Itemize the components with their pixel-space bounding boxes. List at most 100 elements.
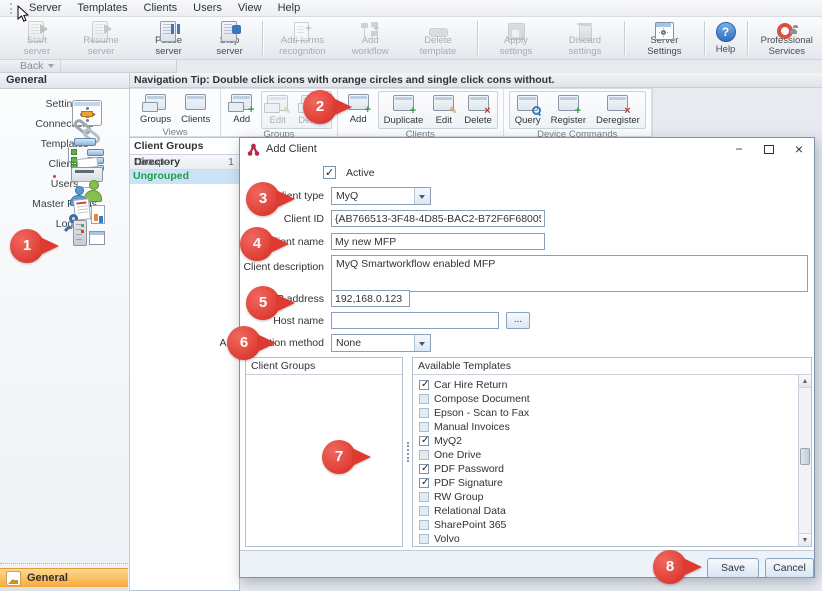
templates-scrollbar[interactable]: ▲ ▼ — [798, 375, 811, 546]
help-button[interactable]: Help — [709, 18, 743, 58]
menu-users[interactable]: Users — [185, 1, 230, 15]
toolbar-group-clients: Add Duplicate Edit Delete — [338, 89, 504, 136]
host-name-input[interactable] — [331, 312, 499, 329]
professional-services-button[interactable]: Professional Services — [752, 18, 822, 58]
template-checkbox[interactable] — [419, 520, 429, 530]
client-duplicate-button[interactable]: Duplicate — [379, 92, 429, 128]
pause-server-button[interactable]: Pause server — [136, 18, 201, 58]
template-checkbox[interactable] — [419, 394, 429, 404]
sidebar-item-clients[interactable]: Clients — [0, 158, 129, 170]
help-label: Help — [716, 45, 736, 55]
template-label: Compose Document — [434, 393, 530, 405]
template-checkbox[interactable] — [419, 464, 429, 474]
discard-settings-button[interactable]: Discard settings — [550, 18, 620, 58]
template-row[interactable]: PDF Signature — [413, 476, 798, 490]
template-checkbox[interactable] — [419, 478, 429, 488]
template-row[interactable]: Relational Data — [413, 504, 798, 518]
sidebar-item-users[interactable]: Users — [0, 178, 129, 190]
client-delete-button[interactable]: Delete — [459, 92, 496, 128]
group-edit-button[interactable]: Edit — [262, 92, 293, 128]
template-checkbox[interactable] — [419, 422, 429, 432]
scrollbar-thumb[interactable] — [800, 448, 810, 465]
group-add-button[interactable]: Add — [226, 91, 257, 127]
available-templates-title: Available Templates — [413, 358, 811, 375]
host-name-browse-button[interactable]: ... — [506, 312, 530, 329]
panel-splitter-handle[interactable] — [405, 357, 411, 547]
authentication-method-dropdown[interactable]: None — [331, 334, 431, 352]
template-checkbox[interactable] — [419, 436, 429, 446]
client-description-input[interactable]: MyQ Smartworkflow enabled MFP — [331, 255, 808, 292]
scroll-up-icon[interactable]: ▲ — [799, 375, 811, 388]
callout-5: 5 — [246, 286, 297, 320]
resume-server-button[interactable]: Resume server — [66, 18, 136, 58]
resume-server-icon — [89, 21, 113, 34]
client-type-dropdown[interactable]: MyQ — [331, 187, 431, 205]
views-groups-button[interactable]: Groups — [135, 91, 176, 127]
sidebar-item-master-forms[interactable]: Master Forms — [0, 198, 129, 210]
client-groups-directory-panel: Client Groups Directory Groups 1 Ungroup… — [130, 137, 240, 591]
callout-3: 3 — [246, 182, 297, 216]
client-id-input[interactable] — [331, 210, 545, 227]
sidebar-item-settings[interactable]: Settings — [0, 98, 129, 110]
maximize-icon[interactable] — [754, 139, 784, 160]
template-row[interactable]: Manual Invoices — [413, 420, 798, 434]
template-checkbox[interactable] — [419, 450, 429, 460]
apply-settings-button[interactable]: Apply settings — [482, 18, 550, 58]
active-checkbox[interactable] — [323, 166, 336, 179]
sidebar-item-label: Master Forms — [0, 198, 129, 210]
query-button[interactable]: Query — [510, 92, 546, 128]
back-bar: Back — [0, 60, 822, 73]
close-icon[interactable] — [784, 139, 814, 160]
template-row[interactable]: One Drive — [413, 448, 798, 462]
professional-services-label: Professional Services — [757, 36, 817, 57]
add-forms-recognition-button[interactable]: Add forms recognition — [267, 18, 337, 58]
template-checkbox[interactable] — [419, 534, 429, 544]
template-checkbox[interactable] — [419, 506, 429, 516]
server-settings-button[interactable]: Server Settings — [629, 18, 699, 58]
add-workflow-button[interactable]: Add workflow — [338, 18, 403, 58]
sidebar-footer-general[interactable]: General — [0, 568, 128, 587]
sidebar-item-templates[interactable]: Templates — [0, 138, 129, 150]
client-groups-directory-title: Client Groups Directory — [130, 138, 239, 155]
views-clients-button[interactable]: Clients — [176, 91, 215, 127]
sidebar-item-connections[interactable]: Connections — [0, 118, 129, 130]
cancel-button[interactable]: Cancel — [765, 558, 814, 578]
main-toolbar: Start server Resume server Pause server … — [0, 17, 822, 60]
template-row[interactable]: Epson - Scan to Fax — [413, 406, 798, 420]
back-button[interactable]: Back — [14, 60, 61, 72]
template-checkbox[interactable] — [419, 408, 429, 418]
deregister-button[interactable]: Deregister — [591, 92, 645, 128]
template-label: One Drive — [434, 449, 481, 461]
register-button[interactable]: Register — [546, 92, 591, 128]
template-checkbox[interactable] — [419, 492, 429, 502]
template-row[interactable]: PDF Password — [413, 462, 798, 476]
template-row[interactable]: MyQ2 — [413, 434, 798, 448]
callout-4: 4 — [240, 227, 291, 261]
template-label: PDF Signature — [434, 477, 503, 489]
save-button[interactable]: Save — [707, 558, 759, 578]
template-row[interactable]: Car Hire Return — [413, 378, 798, 392]
template-checkbox[interactable] — [419, 380, 429, 390]
stop-server-button[interactable]: Stop server — [201, 18, 258, 58]
client-edit-button[interactable]: Edit — [428, 92, 459, 128]
template-label: Epson - Scan to Fax — [434, 407, 529, 419]
dialog-title-bar[interactable]: Add Client — [240, 138, 814, 160]
template-row[interactable]: RW Group — [413, 490, 798, 504]
ip-address-input[interactable] — [331, 290, 410, 307]
group-row-ungrouped[interactable]: Ungrouped — [130, 170, 239, 184]
menu-view[interactable]: View — [230, 1, 270, 15]
template-row[interactable]: Compose Document — [413, 392, 798, 406]
groups-column-header[interactable]: Groups 1 — [130, 155, 239, 170]
template-row[interactable]: SharePoint 365 — [413, 518, 798, 532]
scroll-down-icon[interactable]: ▼ — [799, 533, 811, 546]
apply-settings-icon — [504, 21, 528, 34]
menu-help[interactable]: Help — [270, 1, 309, 15]
client-name-input[interactable] — [331, 233, 545, 250]
template-row[interactable]: Volvo — [413, 532, 798, 546]
minimize-icon[interactable] — [724, 139, 754, 160]
menu-clients[interactable]: Clients — [136, 1, 186, 15]
start-server-button[interactable]: Start server — [8, 18, 66, 58]
menu-templates[interactable]: Templates — [69, 1, 135, 15]
pause-server-icon — [157, 21, 181, 34]
delete-template-button[interactable]: Delete template — [403, 18, 473, 58]
